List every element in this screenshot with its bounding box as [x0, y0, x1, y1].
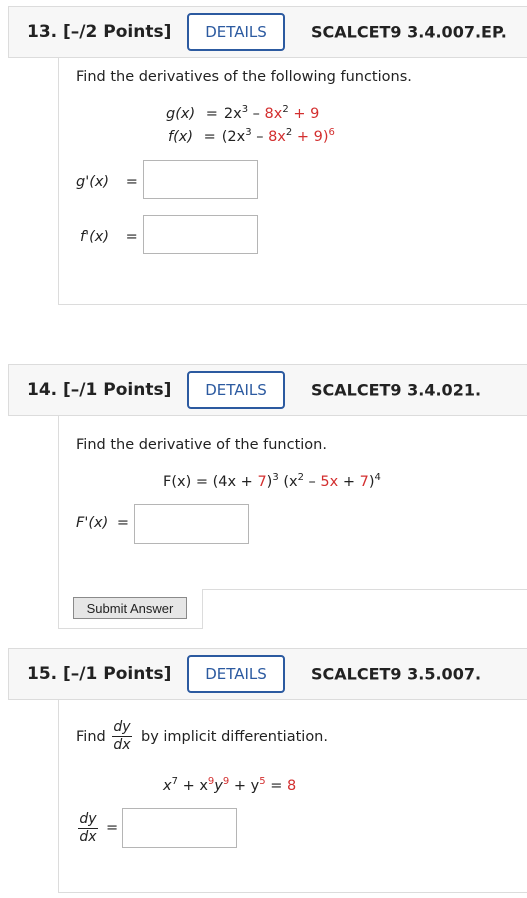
f-function: f(x) = (2x3 – 8x2 + 9)6	[168, 127, 335, 146]
details-button-14[interactable]: DETAILS	[187, 371, 285, 409]
gprime-label: g'(x) =	[76, 174, 138, 190]
dy-dx-label: dy dx	[78, 811, 98, 845]
implicit-equation: x7 + x9y9 + y5 = 8	[163, 776, 297, 795]
fprime-answer-input[interactable]	[143, 215, 258, 254]
fprime-label: f'(x) =	[80, 229, 138, 245]
gprime-answer-input[interactable]	[143, 160, 258, 199]
dy-dx-answer-input[interactable]	[122, 808, 237, 848]
dy-dx-equals: =	[106, 820, 119, 836]
question-13-code: SCALCET9 3.4.007.EP.	[311, 22, 507, 42]
question-15-header: 15. [–/1 Points] DETAILS SCALCET9 3.5.00…	[8, 648, 527, 700]
question-14-divider-v	[202, 589, 203, 629]
Fprime-answer-input[interactable]	[134, 504, 249, 544]
question-14-header: 14. [–/1 Points] DETAILS SCALCET9 3.4.02…	[8, 364, 527, 416]
dy-dx-fraction: dy dx	[112, 719, 132, 753]
details-button-15[interactable]: DETAILS	[187, 655, 285, 693]
question-13-number: 13. [–/2 Points]	[27, 22, 172, 42]
Fprime-label: F'(x) =	[76, 515, 129, 531]
question-15-suffix: by implicit differentiation.	[141, 729, 328, 745]
question-14-divider	[202, 589, 527, 590]
question-15-code: SCALCET9 3.5.007.	[311, 664, 482, 684]
question-15-number: 15. [–/1 Points]	[27, 664, 172, 684]
question-14-code: SCALCET9 3.4.021.	[311, 380, 482, 400]
submit-answer-button[interactable]: Submit Answer	[73, 597, 187, 619]
question-13-prompt: Find the derivatives of the following fu…	[76, 69, 412, 85]
details-button-13[interactable]: DETAILS	[187, 13, 285, 51]
question-15-find: Find	[76, 729, 106, 745]
F-function: F(x) = (4x + 7)3 (x2 – 5x + 7)4	[163, 472, 381, 491]
question-13-header: 13. [–/2 Points] DETAILS SCALCET9 3.4.00…	[8, 6, 527, 58]
g-function: g(x) = 2x3 – 8x2 + 9	[166, 104, 320, 123]
question-14-number: 14. [–/1 Points]	[27, 380, 172, 400]
question-14-prompt: Find the derivative of the function.	[76, 437, 327, 453]
